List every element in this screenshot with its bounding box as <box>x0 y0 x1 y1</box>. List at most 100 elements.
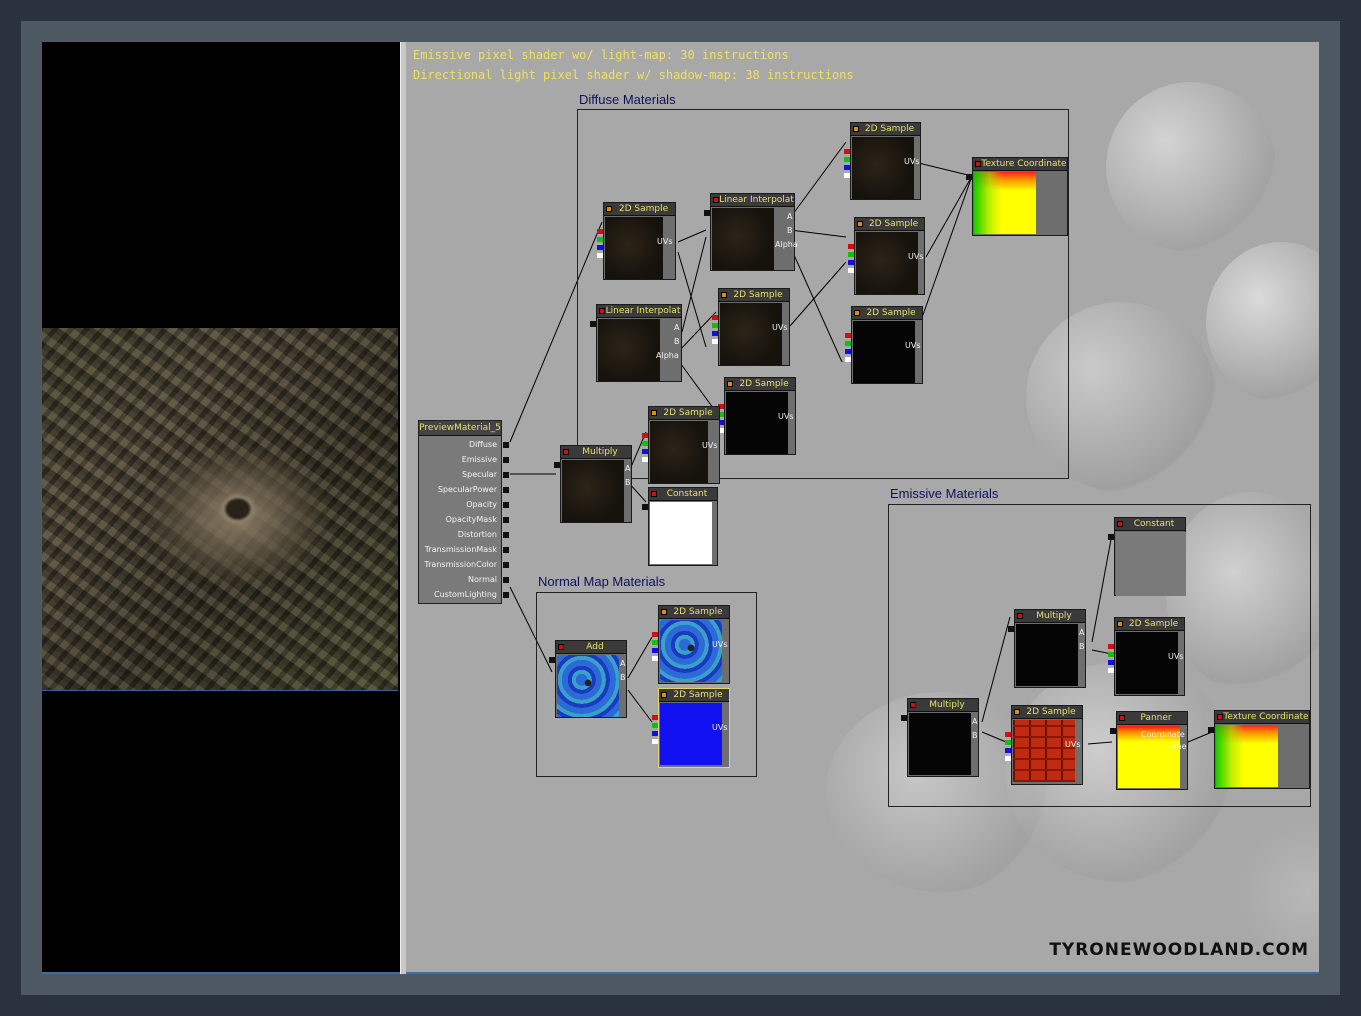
node-toggle-pin[interactable] <box>651 410 657 416</box>
port-a[interactable]: A <box>625 464 630 473</box>
output-port[interactable] <box>549 657 555 663</box>
channel-port[interactable] <box>844 149 850 154</box>
node-toggle-pin[interactable] <box>854 310 860 316</box>
channel-port[interactable] <box>848 260 854 265</box>
node-toggle-pin[interactable] <box>1117 521 1123 527</box>
channel-port[interactable] <box>652 640 658 645</box>
node-texture-coordinate[interactable]: Texture Coordinate <box>966 157 1068 236</box>
node-2d-sample[interactable]: 2D Sample UVs <box>844 122 921 200</box>
port-uvs[interactable]: UVs <box>904 157 920 166</box>
channel-port[interactable] <box>1108 644 1114 649</box>
port-a[interactable]: A <box>972 717 977 726</box>
port-alpha[interactable]: Alpha <box>775 240 798 249</box>
input-port[interactable] <box>503 517 509 523</box>
input-port[interactable] <box>503 487 509 493</box>
port-uvs[interactable]: UVs <box>712 723 728 732</box>
port-uvs[interactable]: UVs <box>778 412 794 421</box>
input-opacity-mask[interactable]: OpacityMask <box>446 515 497 524</box>
node-toggle-pin[interactable] <box>727 381 733 387</box>
port-b[interactable]: B <box>972 731 978 740</box>
port-a[interactable]: A <box>1079 628 1084 637</box>
node-2d-sample[interactable]: 2D Sample UVs <box>642 406 720 484</box>
node-toggle-pin[interactable] <box>563 449 569 455</box>
port-uvs[interactable]: UVs <box>1065 740 1081 749</box>
channel-port[interactable] <box>642 433 648 438</box>
output-port[interactable] <box>1110 728 1116 734</box>
port-uvs[interactable]: UVs <box>657 237 673 246</box>
node-2d-sample[interactable]: 2D Sample UVs <box>712 288 790 366</box>
input-emissive[interactable]: Emissive <box>462 455 497 464</box>
node-2d-sample[interactable]: 2D Sample UVs <box>597 202 676 280</box>
node-add[interactable]: Add A B <box>549 640 627 718</box>
channel-port[interactable] <box>845 357 851 362</box>
output-port[interactable] <box>1208 727 1214 733</box>
channel-port[interactable] <box>844 173 850 178</box>
channel-port[interactable] <box>844 157 850 162</box>
channel-port[interactable] <box>848 244 854 249</box>
port-coordinate[interactable]: Coordinate <box>1141 730 1185 739</box>
node-toggle-pin[interactable] <box>1014 709 1020 715</box>
channel-port[interactable] <box>652 656 658 661</box>
node-constant[interactable]: Constant <box>1108 517 1186 596</box>
channel-port[interactable] <box>845 349 851 354</box>
input-port[interactable] <box>503 562 509 568</box>
node-toggle-pin[interactable] <box>1117 621 1123 627</box>
channel-port[interactable] <box>1005 756 1011 761</box>
node-linear-interpolate[interactable]: Linear Interpolat A B Alpha <box>704 193 798 271</box>
output-port[interactable] <box>1108 534 1114 540</box>
channel-port[interactable] <box>652 731 658 736</box>
channel-port[interactable] <box>652 648 658 653</box>
channel-port[interactable] <box>845 333 851 338</box>
channel-port[interactable] <box>848 268 854 273</box>
channel-port[interactable] <box>652 739 658 744</box>
node-toggle-pin[interactable] <box>713 197 719 203</box>
node-toggle-pin[interactable] <box>661 692 667 698</box>
output-port[interactable] <box>642 504 648 510</box>
port-uvs[interactable]: UVs <box>772 323 788 332</box>
output-port[interactable] <box>1008 626 1014 632</box>
port-a[interactable]: A <box>674 323 679 332</box>
node-toggle-pin[interactable] <box>857 221 863 227</box>
port-uvs[interactable]: UVs <box>1168 652 1184 661</box>
node-toggle-pin[interactable] <box>975 161 981 167</box>
input-port[interactable] <box>503 547 509 553</box>
material-graph-canvas[interactable]: Emissive pixel shader wo/ light-map: 30 … <box>406 42 1319 974</box>
input-distortion[interactable]: Distortion <box>458 530 497 539</box>
port-a[interactable]: A <box>620 659 625 668</box>
channel-port[interactable] <box>642 449 648 454</box>
node-toggle-pin[interactable] <box>1217 714 1223 720</box>
port-time[interactable]: Time <box>1167 742 1187 751</box>
input-port[interactable] <box>503 472 509 478</box>
port-uvs[interactable]: UVs <box>908 252 924 261</box>
port-a[interactable]: A <box>787 212 792 221</box>
input-custom-lighting[interactable]: CustomLighting <box>434 590 497 599</box>
port-b[interactable]: B <box>787 226 793 235</box>
input-port[interactable] <box>503 592 509 598</box>
node-2d-sample[interactable]: 2D Sample UVs <box>845 306 923 384</box>
node-toggle-pin[interactable] <box>1017 613 1023 619</box>
channel-port[interactable] <box>1108 652 1114 657</box>
node-toggle-pin[interactable] <box>599 308 605 314</box>
channel-port[interactable] <box>712 331 718 336</box>
channel-port[interactable] <box>1005 732 1011 737</box>
input-specular-power[interactable]: SpecularPower <box>438 485 497 494</box>
input-transmission-mask[interactable]: TransmissionMask <box>425 545 497 554</box>
port-uvs[interactable]: UVs <box>712 640 728 649</box>
node-2d-sample[interactable]: 2D Sample UVs <box>652 605 730 684</box>
input-normal[interactable]: Normal <box>468 575 497 584</box>
node-toggle-pin[interactable] <box>721 292 727 298</box>
channel-port[interactable] <box>1108 660 1114 665</box>
input-port[interactable] <box>503 502 509 508</box>
node-multiply[interactable]: Multiply A B <box>1008 609 1086 688</box>
node-multiply[interactable]: Multiply A B <box>554 445 632 523</box>
input-port[interactable] <box>503 532 509 538</box>
channel-port[interactable] <box>597 253 603 258</box>
channel-port[interactable] <box>597 237 603 242</box>
output-port[interactable] <box>554 462 560 468</box>
port-b[interactable]: B <box>674 337 680 346</box>
input-opacity[interactable]: Opacity <box>466 500 497 509</box>
node-toggle-pin[interactable] <box>661 609 667 615</box>
channel-port[interactable] <box>712 339 718 344</box>
input-diffuse[interactable]: Diffuse <box>469 440 497 449</box>
channel-port[interactable] <box>1005 748 1011 753</box>
